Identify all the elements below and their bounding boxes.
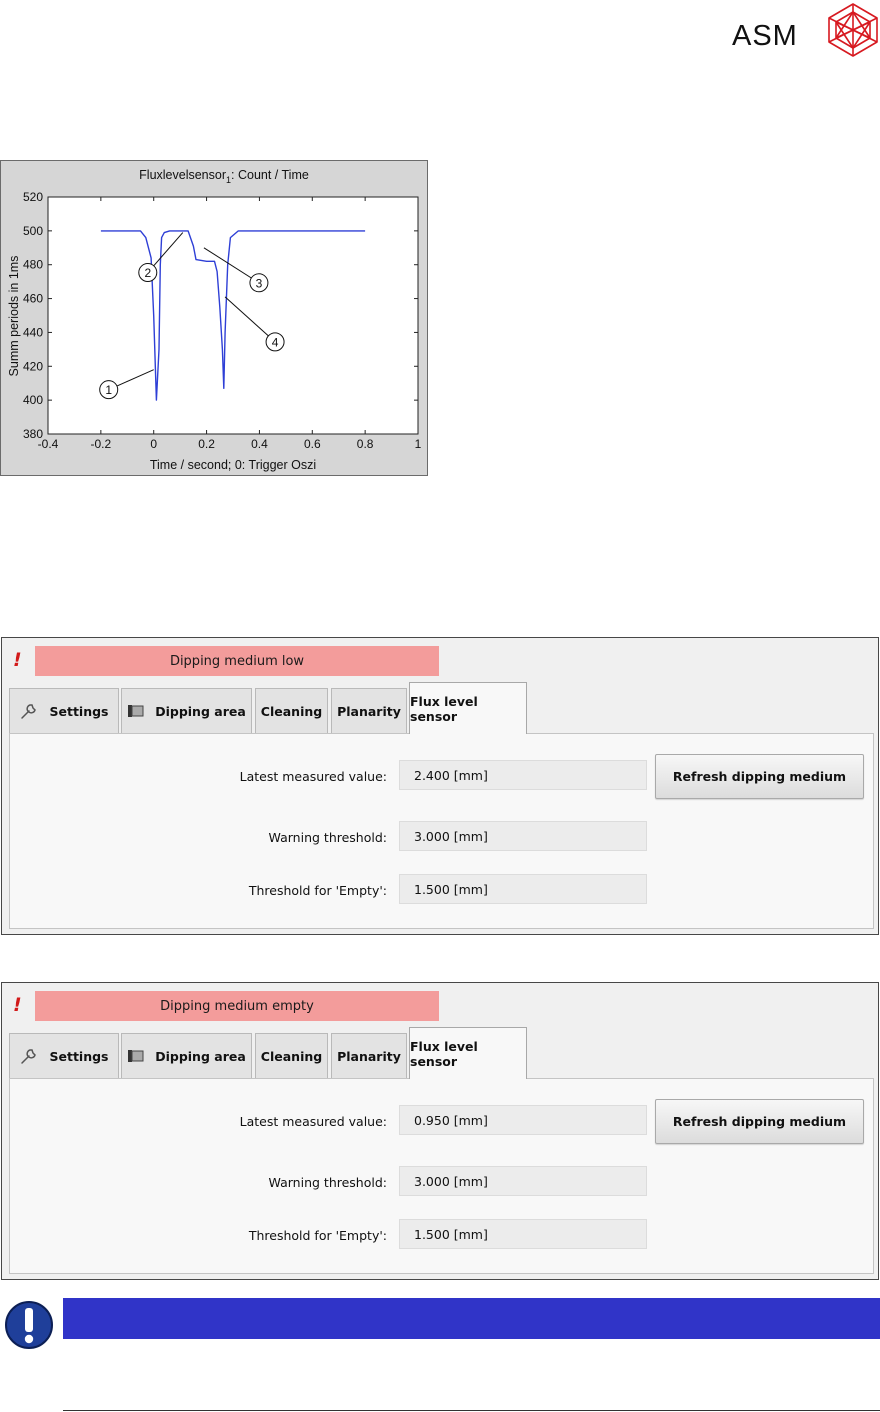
tab-label: Settings <box>49 703 109 719</box>
tab-label: Dipping area <box>155 1048 246 1064</box>
asm-crystal-logo-icon <box>828 3 878 57</box>
y-tick-label: 420 <box>23 359 43 373</box>
y-tick-label: 460 <box>23 292 43 306</box>
tab-settings[interactable]: Settings <box>9 688 119 733</box>
tab-dipping-area[interactable]: Dipping area <box>121 688 252 733</box>
warning-threshold-label: Warning threshold: <box>268 1175 387 1190</box>
logo-text: ASM <box>732 20 798 52</box>
callout-label: 4 <box>272 335 279 349</box>
x-tick-label: 0 <box>150 437 157 451</box>
callout-label: 3 <box>256 276 263 290</box>
wrench-icon <box>19 1047 39 1065</box>
empty-threshold-label: Threshold for 'Empty': <box>248 1228 387 1243</box>
tab-label: Cleaning <box>260 1048 323 1064</box>
warning-exclamation-icon: ! <box>13 649 22 671</box>
latest-measured-field: 2.400 [mm] <box>399 760 647 790</box>
note-header-bar <box>63 1298 880 1339</box>
x-tick-label: 0.4 <box>251 437 268 451</box>
note-divider <box>63 1410 880 1411</box>
chart-title: Fluxlevelsensor1: Count / Time <box>139 168 309 185</box>
refresh-dipping-medium-button[interactable]: Refresh dipping medium <box>655 1099 864 1144</box>
chart-title-suffix: : Count / Time <box>231 168 309 182</box>
flux-panel-low: ! Dipping medium low Settings Dipping ar… <box>1 637 879 935</box>
tab-settings[interactable]: Settings <box>9 1033 119 1078</box>
tab-bar: Settings Dipping area Cleaning Planarity… <box>9 1027 875 1079</box>
callout-label: 1 <box>105 383 112 397</box>
x-tick-label: -0.2 <box>91 437 112 451</box>
empty-threshold-field[interactable]: 1.500 [mm] <box>399 1219 647 1249</box>
tab-planarity[interactable]: Planarity <box>331 1033 407 1078</box>
y-tick-label: 440 <box>23 325 43 339</box>
alarm-banner: Dipping medium low <box>35 646 439 676</box>
x-tick-label: 0.2 <box>198 437 215 451</box>
tab-label: Flux level sensor <box>410 693 478 724</box>
warning-threshold-field[interactable]: 3.000 [mm] <box>399 1166 647 1196</box>
y-tick-label: 480 <box>23 258 43 272</box>
y-tick-label: 520 <box>23 190 43 204</box>
tab-label: Settings <box>49 1048 109 1064</box>
tab-label: Planarity <box>337 1048 401 1064</box>
y-tick-label: 380 <box>23 427 43 441</box>
flux-panel-empty: ! Dipping medium empty Settings Dipping … <box>1 982 879 1280</box>
y-tick-label: 500 <box>23 224 43 238</box>
latest-measured-label: Latest measured value: <box>239 769 387 784</box>
tab-content: Latest measured value: 2.400 [mm] Refres… <box>9 733 874 929</box>
y-tick-label: 400 <box>23 393 43 407</box>
y-axis-label: Summ periods in 1ms <box>7 256 21 377</box>
callout-label: 2 <box>144 266 151 280</box>
tab-planarity[interactable]: Planarity <box>331 688 407 733</box>
dipping-unit-icon <box>127 1048 145 1064</box>
wrench-icon <box>19 702 39 720</box>
tab-dipping-area[interactable]: Dipping area <box>121 1033 252 1078</box>
x-tick-label: 1 <box>415 437 422 451</box>
important-note-icon <box>4 1300 54 1350</box>
tab-cleaning[interactable]: Cleaning <box>255 1033 328 1078</box>
warning-threshold-label: Warning threshold: <box>268 830 387 845</box>
tab-label: Cleaning <box>260 703 323 719</box>
x-tick-label: 0.6 <box>304 437 321 451</box>
warning-exclamation-icon: ! <box>13 994 22 1016</box>
warning-threshold-field[interactable]: 3.000 [mm] <box>399 821 647 851</box>
plot-area <box>47 196 419 435</box>
refresh-dipping-medium-button[interactable]: Refresh dipping medium <box>655 754 864 799</box>
chart-title-main: Fluxlevelsensor <box>139 168 226 182</box>
empty-threshold-field[interactable]: 1.500 [mm] <box>399 874 647 904</box>
tab-label: Dipping area <box>155 703 246 719</box>
tab-bar: Settings Dipping area Cleaning Planarity… <box>9 682 875 734</box>
alarm-banner: Dipping medium empty <box>35 991 439 1021</box>
flux-level-chart-svg: Fluxlevelsensor1: Count / Time Time / se… <box>7 168 422 472</box>
latest-measured-field: 0.950 [mm] <box>399 1105 647 1135</box>
empty-threshold-label: Threshold for 'Empty': <box>248 883 387 898</box>
tab-content: Latest measured value: 0.950 [mm] Refres… <box>9 1078 874 1274</box>
dipping-unit-icon <box>127 703 145 719</box>
tab-cleaning[interactable]: Cleaning <box>255 688 328 733</box>
x-axis-label: Time / second; 0: Trigger Oszi <box>150 458 316 472</box>
tab-flux-level-sensor[interactable]: Flux level sensor <box>409 682 527 734</box>
flux-level-chart: Fluxlevelsensor1: Count / Time Time / se… <box>0 160 428 476</box>
x-tick-label: 0.8 <box>357 437 374 451</box>
latest-measured-label: Latest measured value: <box>239 1114 387 1129</box>
tab-flux-level-sensor[interactable]: Flux level sensor <box>409 1027 527 1079</box>
asm-logo: ASM <box>730 2 880 64</box>
tab-label: Flux level sensor <box>410 1038 478 1069</box>
tab-label: Planarity <box>337 703 401 719</box>
